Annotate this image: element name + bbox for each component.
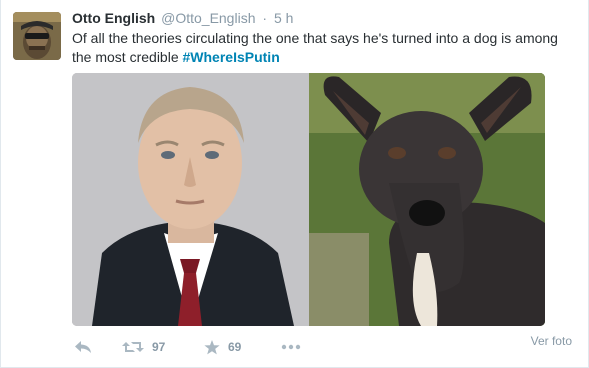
view-photo-link[interactable]: Ver foto	[531, 334, 572, 348]
favorite-count: 69	[228, 340, 242, 354]
retweet-icon	[122, 342, 144, 352]
portrait-illustration	[72, 73, 309, 326]
photo-left-portrait	[72, 73, 309, 326]
favorite-button[interactable]: 69	[204, 337, 241, 357]
timestamp-link[interactable]: 5 h	[274, 10, 293, 26]
reply-button[interactable]	[74, 337, 92, 357]
retweet-count: 97	[152, 340, 166, 354]
avatar-image	[13, 12, 61, 60]
author-fullname[interactable]: Otto English	[72, 10, 155, 26]
more-icon	[281, 344, 301, 350]
avatar[interactable]	[13, 12, 61, 60]
photo-right-dog	[309, 73, 545, 326]
reply-icon	[75, 341, 91, 353]
author-username[interactable]: @Otto_English	[161, 10, 255, 26]
dog-illustration	[309, 73, 545, 326]
tweet-text-body: Of all the theories circulating the one …	[72, 30, 558, 65]
tweet-actions: 97 69 Ver foto	[72, 334, 582, 357]
tweet-media[interactable]	[72, 73, 545, 326]
tweet-card[interactable]: Otto English @Otto_English · 5 h Of all …	[0, 0, 589, 368]
retweet-button[interactable]: 97	[122, 337, 165, 357]
tweet-header: Otto English @Otto_English · 5 h	[72, 9, 293, 27]
separator: ·	[262, 10, 268, 26]
star-icon	[204, 339, 220, 354]
more-button[interactable]	[281, 337, 301, 357]
tweet-text: Of all the theories circulating the one …	[72, 29, 577, 67]
hashtag-link[interactable]: #WhereIsPutin	[183, 49, 280, 65]
